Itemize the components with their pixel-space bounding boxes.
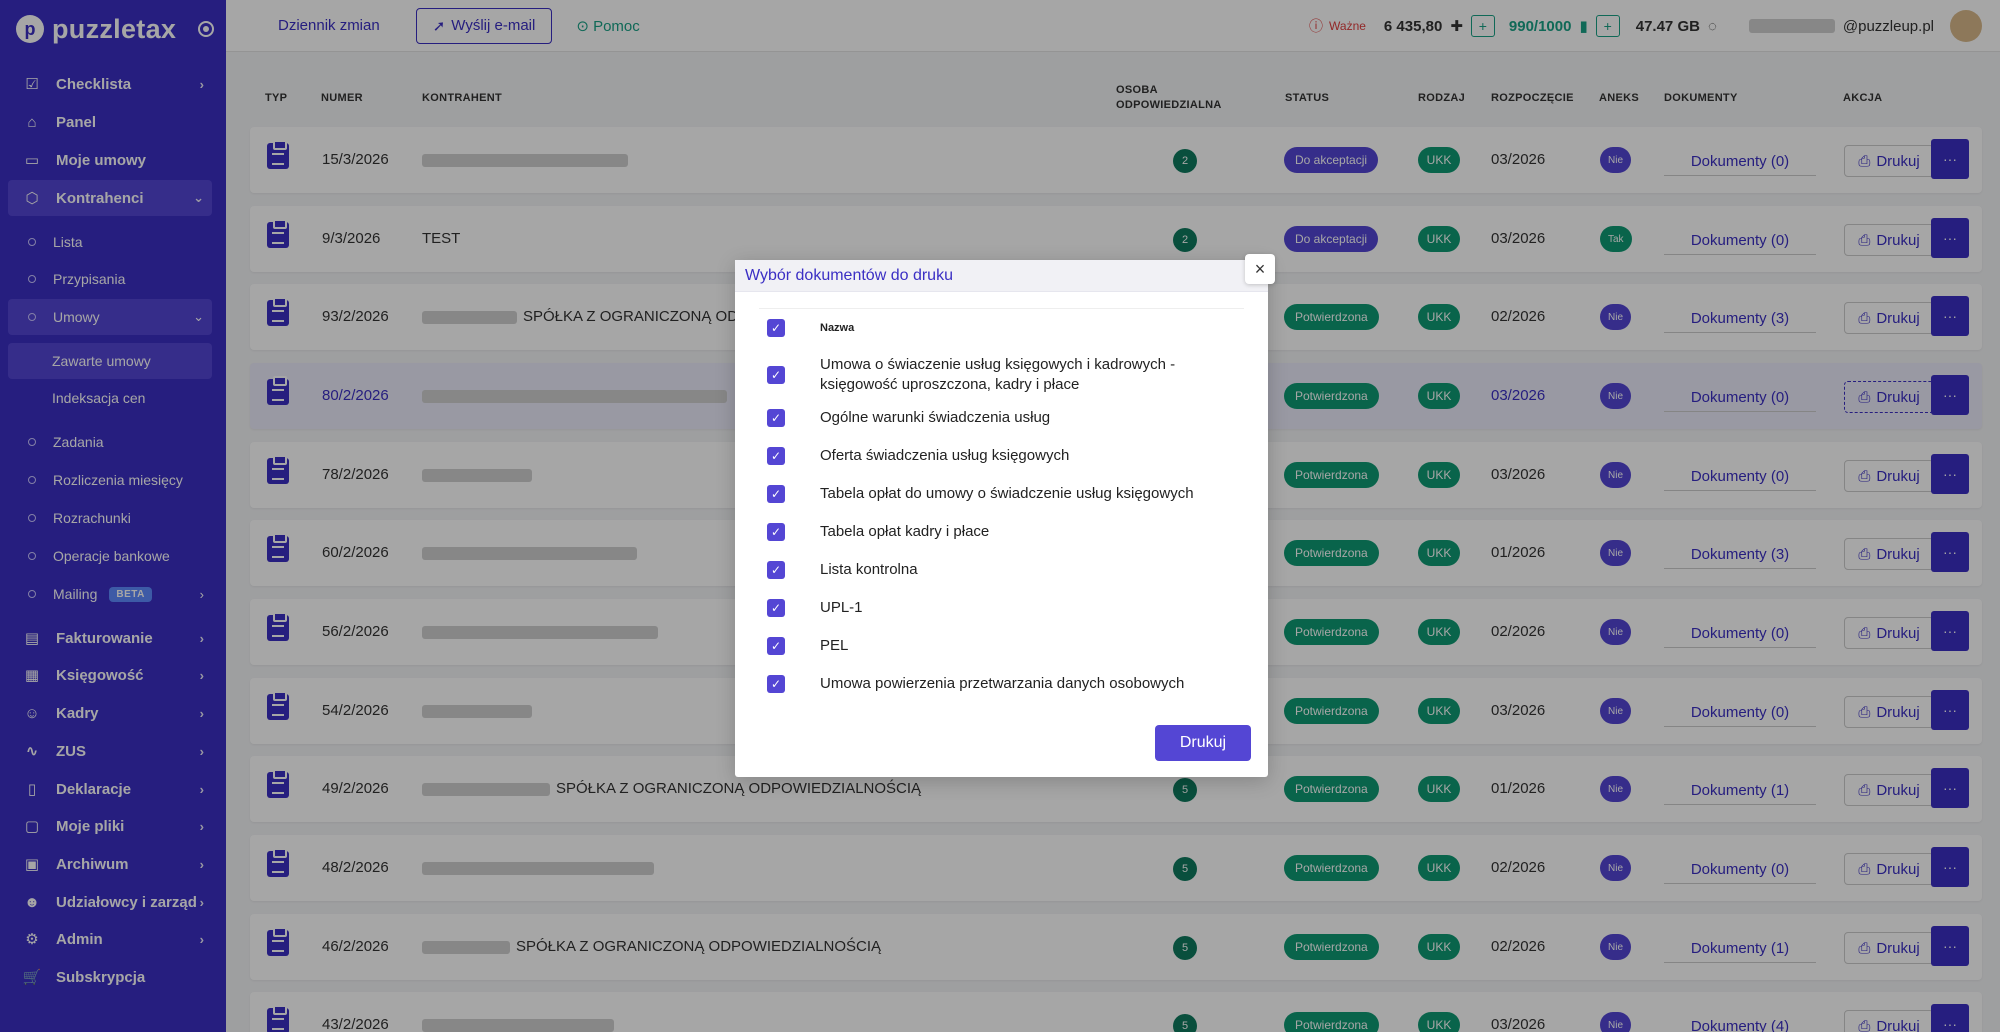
document-option-row[interactable]: ✓ Tabela opłat do umowy o świadczenie usł… [735,484,1268,504]
document-name: Tabela opłat kadry i płace [820,523,990,540]
document-checkbox[interactable]: ✓ [767,366,785,384]
document-name: Lista kontrolna [820,561,918,578]
document-checkbox[interactable]: ✓ [767,409,785,427]
select-all-checkbox[interactable]: ✓ [767,319,785,337]
modal-header: Wybór dokumentów do druku [735,260,1268,292]
document-name: Ogólne warunki świadczenia usług [820,409,1051,426]
print-button[interactable]: Drukuj [1155,725,1251,761]
document-option-row[interactable]: ✓ Oferta świadczenia usług księgowych [735,446,1268,466]
document-name: UPL-1 [820,599,863,616]
modal-title: Wybór dokumentów do druku [745,266,953,284]
document-option-row[interactable]: ✓ UPL-1 [735,598,1268,618]
document-name: Umowa powierzenia przetwarzania danych o… [820,675,1185,692]
document-checkbox[interactable]: ✓ [767,561,785,579]
document-option-row[interactable]: ✓ PEL [735,636,1268,656]
modal-select-all-row: ✓ Nazwa [735,318,1268,338]
document-checkbox[interactable]: ✓ [767,523,785,541]
document-name: Umowa o świaczenie usług księgowych i ka… [820,356,1176,393]
close-icon: × [1254,258,1266,279]
document-option-row[interactable]: ✓ Umowa o świaczenie usług księgowych i k… [735,355,1268,395]
document-checkbox[interactable]: ✓ [767,599,785,617]
document-option-row[interactable]: ✓ Lista kontrolna [735,560,1268,580]
print-documents-modal: Wybór dokumentów do druku × ✓ Nazwa ✓ Umo… [735,254,1275,777]
document-option-row[interactable]: ✓ Umowa powierzenia przetwarzania danych … [735,674,1268,694]
name-column-header: Nazwa [820,322,855,334]
document-name: PEL [820,637,849,654]
document-name: Oferta świadczenia usług księgowych [820,447,1070,464]
document-checkbox[interactable]: ✓ [767,637,785,655]
document-checkbox[interactable]: ✓ [767,447,785,465]
document-option-row[interactable]: ✓ Ogólne warunki świadczenia usług [735,408,1268,428]
modal-divider [759,308,1244,309]
document-checkbox[interactable]: ✓ [767,485,785,503]
document-name: Tabela opłat do umowy o świadczenie usłu… [820,485,1194,502]
document-checkbox[interactable]: ✓ [767,675,785,693]
modal-close-button[interactable]: × [1245,254,1275,284]
document-option-row[interactable]: ✓ Tabela opłat kadry i płace [735,522,1268,542]
